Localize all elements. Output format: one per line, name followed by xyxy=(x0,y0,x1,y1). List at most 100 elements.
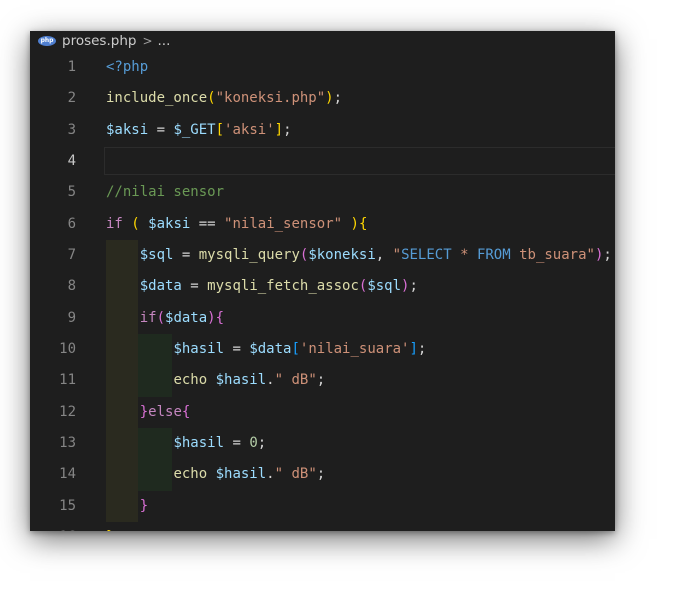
code-text[interactable]: echo $hasil." dB"; xyxy=(106,365,615,396)
code-text[interactable]: $hasil = 0; xyxy=(106,428,615,459)
code-token: SELECT xyxy=(401,247,452,264)
code-token: $hasil xyxy=(215,466,267,483)
breadcrumb-file[interactable]: proses.php xyxy=(62,31,136,51)
code-text[interactable]: $aksi = $_GET['aksi']; xyxy=(106,115,615,146)
code-token: } xyxy=(139,403,149,420)
code-token: $_GET xyxy=(173,121,216,138)
code-line[interactable]: 8 $data = mysqli_fetch_assoc($sql); xyxy=(30,271,615,303)
line-number: 1 xyxy=(67,59,76,75)
line-number: 6 xyxy=(67,215,76,232)
code-token: { xyxy=(215,309,225,326)
code-line[interactable]: 16} xyxy=(30,522,615,531)
code-token: , xyxy=(375,247,393,264)
code-token: ( xyxy=(207,90,216,107)
code-token: $data xyxy=(165,309,208,326)
code-token: } xyxy=(139,497,149,514)
code-token: ; xyxy=(603,247,612,264)
code-token: ; xyxy=(316,466,326,483)
code-text[interactable]: if ( $aksi == "nilai_sensor" ){ xyxy=(106,209,615,240)
code-token: ( xyxy=(131,215,140,232)
code-token: if xyxy=(139,309,157,326)
code-token: 0 xyxy=(249,435,258,452)
line-number: 12 xyxy=(59,403,76,420)
code-line[interactable]: 12 }else{ xyxy=(30,396,615,429)
code-token: = xyxy=(173,247,199,264)
code-token: ) xyxy=(350,215,359,232)
code-token: ( xyxy=(156,309,166,326)
line-number: 4 xyxy=(67,153,76,170)
code-token: . xyxy=(266,372,275,389)
code-token: ; xyxy=(409,278,418,295)
code-token: else xyxy=(148,403,182,420)
code-text[interactable]: $sql = mysqli_query($koneksi, "SELECT * … xyxy=(106,240,615,271)
code-line[interactable]: 6 if ( $aksi == "nilai_sensor" ){ xyxy=(30,209,615,240)
code-line[interactable]: 15 } xyxy=(30,490,615,523)
code-token: 'aksi' xyxy=(224,121,275,138)
code-token: = xyxy=(224,435,250,452)
code-token: <?php xyxy=(106,59,149,75)
code-token: $aksi xyxy=(148,215,191,232)
code-token: echo xyxy=(173,466,208,483)
breadcrumb-more[interactable]: ... xyxy=(158,31,171,51)
code-line[interactable]: 11 echo $hasil." dB"; xyxy=(30,365,615,397)
code-token: "koneksi.php" xyxy=(215,90,326,107)
code-text[interactable]: } xyxy=(106,491,615,522)
code-text[interactable] xyxy=(106,146,615,177)
code-token: ; xyxy=(333,90,343,107)
code-text[interactable]: }else{ xyxy=(106,397,615,428)
code-text[interactable]: include_once("koneksi.php"); xyxy=(106,83,615,114)
code-token: 'nilai_suara' xyxy=(299,341,410,358)
code-token: ] xyxy=(274,121,284,138)
code-token: " xyxy=(392,247,402,264)
code-token: $hasil xyxy=(215,372,267,389)
chevron-right-icon: > xyxy=(142,34,153,48)
code-text[interactable]: <?php xyxy=(106,52,615,83)
code-token: = xyxy=(148,121,174,138)
code-line[interactable]: 9 if($data){ xyxy=(30,302,615,335)
code-token: include_once xyxy=(106,90,208,107)
code-line[interactable]: 1 <?php xyxy=(30,52,615,83)
code-line[interactable]: 14 echo $hasil." dB"; xyxy=(30,459,615,491)
line-number: 14 xyxy=(59,466,76,483)
code-line[interactable]: 13 $hasil = 0; xyxy=(30,428,615,460)
code-editor[interactable]: php proses.php > ... 1 <?php 2 include_once… xyxy=(30,31,615,531)
code-line[interactable]: 10 $hasil = $data['nilai_suara']; xyxy=(30,334,615,366)
code-token: ; xyxy=(283,121,292,138)
code-token: echo xyxy=(173,372,208,389)
code-token: $hasil xyxy=(173,435,225,452)
breadcrumb: php proses.php > ... xyxy=(30,31,615,51)
code-token: "nilai_sensor" xyxy=(224,215,343,232)
code-text[interactable]: $data = mysqli_fetch_assoc($sql); xyxy=(106,271,615,302)
line-number: 11 xyxy=(59,372,76,389)
code-token: [ xyxy=(291,341,300,358)
code-token: $sql xyxy=(367,278,402,295)
code-token: ; xyxy=(316,372,326,389)
code-token: " dB" xyxy=(274,372,317,389)
code-token: ] xyxy=(409,341,418,358)
code-token: mysqli_fetch_assoc xyxy=(207,278,359,295)
code-line[interactable]: 4 xyxy=(30,146,615,177)
code-line[interactable]: 2 include_once("koneksi.php"); xyxy=(30,83,615,114)
code-token: " dB" xyxy=(274,466,317,483)
code-token: { xyxy=(358,215,368,232)
code-line[interactable]: 7 $sql = mysqli_query($koneksi, "SELECT … xyxy=(30,240,615,272)
code-lines[interactable]: 1 <?php 2 include_once("koneksi.php"); 3 $aks… xyxy=(30,52,615,531)
code-line[interactable]: 3 $aksi = $_GET['aksi']; xyxy=(30,115,615,146)
code-token: if xyxy=(106,215,123,232)
code-text[interactable]: $hasil = $data['nilai_suara']; xyxy=(106,334,615,365)
code-token: tb_suara" xyxy=(510,247,595,264)
code-text[interactable]: //nilai sensor xyxy=(106,177,615,208)
code-token: $koneksi xyxy=(308,247,376,264)
code-token: [ xyxy=(215,121,225,138)
code-text[interactable]: if($data){ xyxy=(106,303,615,334)
code-token: $data xyxy=(249,341,292,358)
code-text[interactable]: echo $hasil." dB"; xyxy=(106,459,615,490)
code-token: $sql xyxy=(139,247,174,264)
code-text[interactable]: } xyxy=(106,522,615,531)
code-token: FROM xyxy=(476,247,511,264)
code-line[interactable]: 5 //nilai sensor xyxy=(30,177,615,208)
